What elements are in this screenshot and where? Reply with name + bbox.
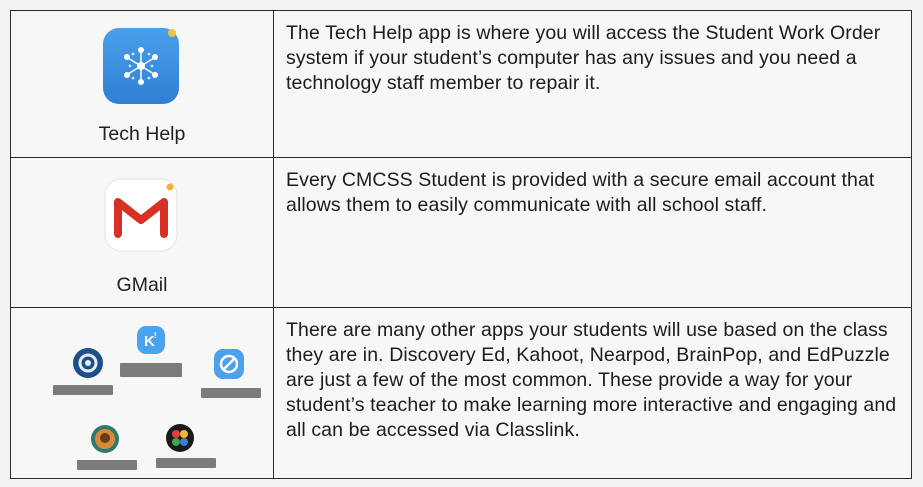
description-cell-gmail: Every CMCSS Student is provided with a s… bbox=[273, 157, 912, 308]
nearpod-caption bbox=[201, 388, 261, 398]
edpuzzle-caption bbox=[156, 458, 216, 468]
app-name-tech-help: Tech Help bbox=[98, 123, 186, 145]
page: Tech Help The Tech Help app is where you… bbox=[0, 0, 923, 487]
discovery-ed-caption bbox=[53, 385, 113, 395]
table-row: Tech Help The Tech Help app is where you… bbox=[10, 10, 912, 158]
description-gmail: Every CMCSS Student is provided with a s… bbox=[286, 169, 875, 216]
nearpod-icon bbox=[214, 349, 244, 379]
svg-text:!: ! bbox=[154, 331, 157, 340]
app-name-gmail: GMail bbox=[116, 274, 168, 296]
discovery-ed-icon bbox=[73, 348, 103, 378]
kahoot-icon: K! bbox=[137, 326, 165, 354]
apps-table: Tech Help The Tech Help app is where you… bbox=[10, 10, 912, 479]
icon-cell-other-apps: K! bbox=[10, 307, 274, 479]
kahoot-caption bbox=[120, 363, 182, 377]
description-other-apps: There are many other apps your students … bbox=[286, 319, 897, 441]
brainpop-caption bbox=[77, 460, 137, 470]
edpuzzle-icon bbox=[166, 424, 194, 452]
icon-cell-gmail: GMail bbox=[10, 157, 274, 308]
gmail-icon bbox=[104, 178, 178, 252]
app-collage: K! bbox=[11, 308, 273, 479]
description-cell-tech-help: The Tech Help app is where you will acce… bbox=[273, 10, 912, 158]
description-tech-help: The Tech Help app is where you will acce… bbox=[286, 22, 881, 94]
table-row: K! There are many other apps your studen… bbox=[10, 307, 912, 479]
brainpop-icon bbox=[91, 425, 119, 453]
icon-cell-tech-help: Tech Help bbox=[10, 10, 274, 158]
tech-help-icon bbox=[102, 27, 180, 105]
description-cell-other-apps: There are many other apps your students … bbox=[273, 307, 912, 479]
table-row: GMail Every CMCSS Student is provided wi… bbox=[10, 157, 912, 308]
